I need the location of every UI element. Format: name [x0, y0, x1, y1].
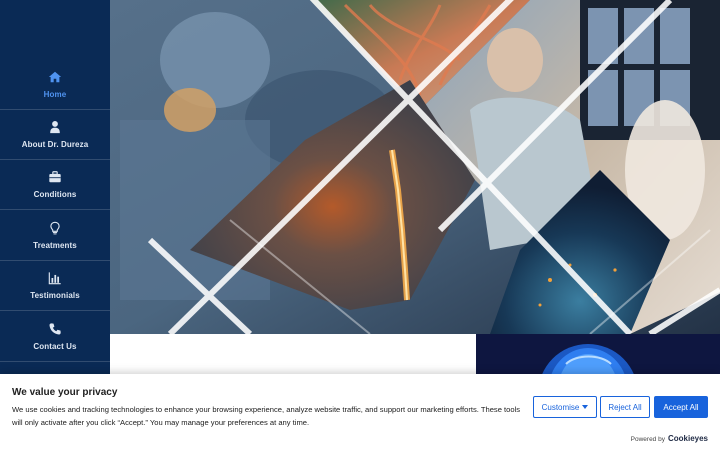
sidebar-item-label: Home [43, 90, 67, 99]
home-icon [48, 71, 62, 83]
hero-collage-image [110, 0, 720, 334]
sidebar-item-label: Testimonials [30, 291, 80, 300]
powered-by-text: Powered by [630, 436, 665, 443]
sidebar-item-label: Conditions [33, 190, 77, 199]
cookieyes-logo[interactable]: Cookieyes [668, 434, 708, 443]
hero-banner [110, 0, 720, 334]
sidebar-item-label: Treatments [33, 241, 77, 250]
customise-button[interactable]: Customise [533, 396, 597, 418]
sidebar-item-conditions[interactable]: Conditions [0, 160, 110, 210]
cookie-title: We value your privacy [12, 387, 118, 398]
phone-icon [49, 323, 61, 335]
briefcase-icon [49, 171, 61, 183]
sidebar-item-about[interactable]: About Dr. Dureza [0, 110, 110, 160]
sidebar-item-contact[interactable]: Contact Us [0, 312, 110, 362]
sidebar-item-treatments[interactable]: Treatments [0, 211, 110, 261]
accept-all-button[interactable]: Accept All [654, 396, 708, 418]
lightbulb-icon [50, 221, 60, 235]
powered-by: Powered by Cookieyes [631, 434, 708, 443]
sidebar-item-label: Contact Us [33, 342, 77, 351]
cookie-consent-banner: We value your privacy We use cookies and… [0, 374, 720, 450]
customise-label: Customise [541, 402, 580, 412]
reject-all-button[interactable]: Reject All [600, 396, 650, 418]
sidebar-item-home[interactable]: Home [0, 60, 110, 110]
sidebar-item-testimonials[interactable]: Testimonials [0, 261, 110, 311]
user-icon [50, 121, 60, 134]
sidebar-item-label: About Dr. Dureza [21, 140, 89, 149]
bar-chart-icon [48, 272, 61, 285]
caret-down-icon [582, 405, 589, 409]
cookie-description: We use cookies and tracking technologies… [12, 405, 521, 427]
